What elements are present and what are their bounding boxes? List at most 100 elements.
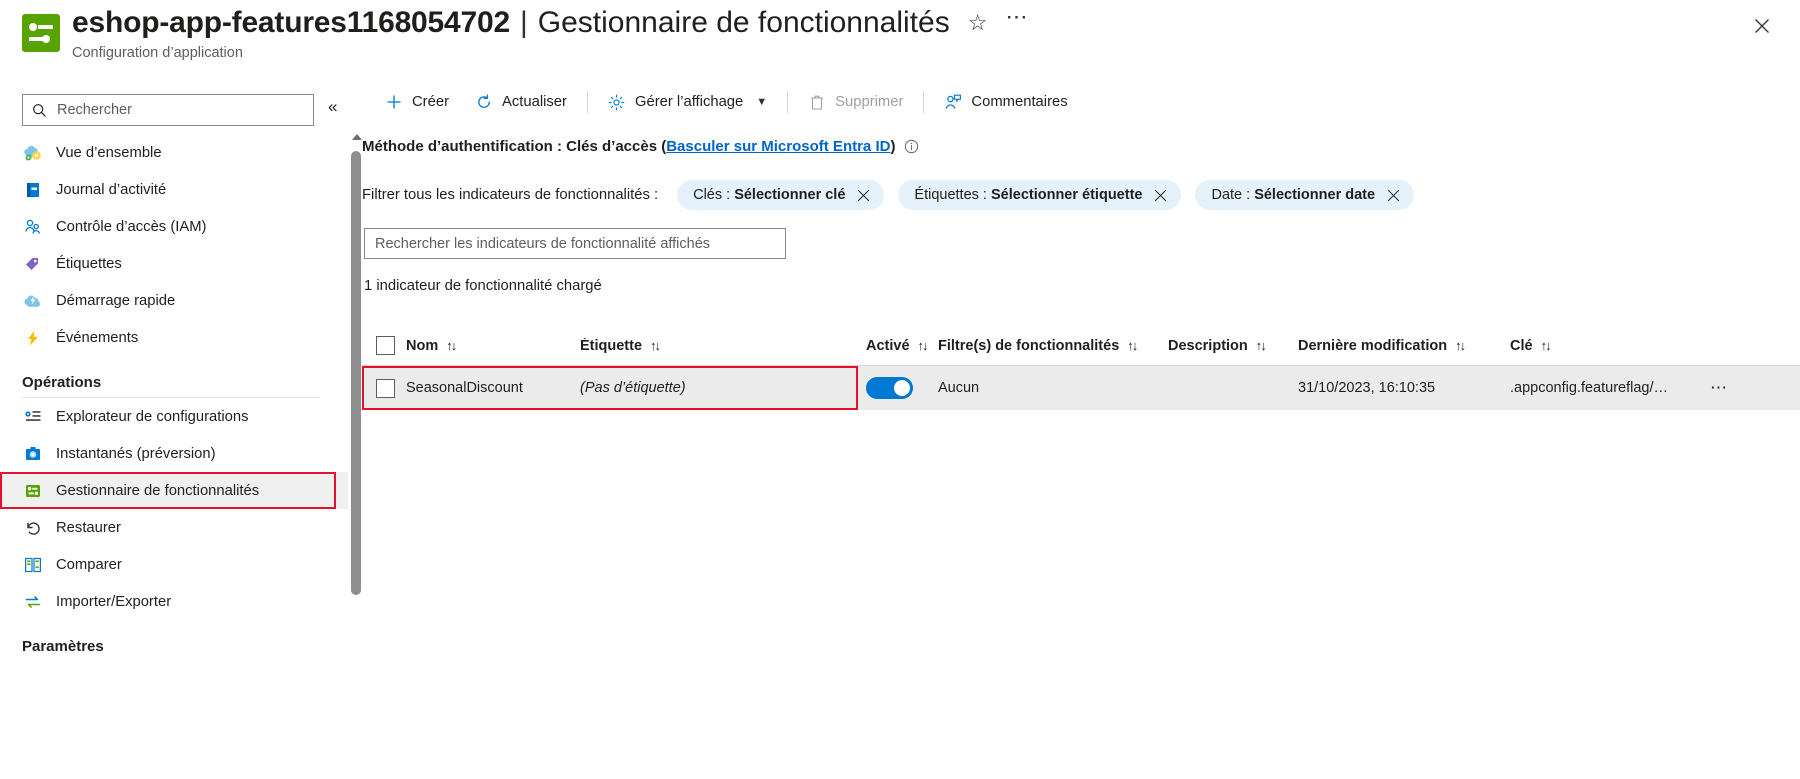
feature-manager-icon bbox=[22, 481, 44, 501]
trash-icon bbox=[808, 93, 826, 111]
star-icon[interactable]: ☆ bbox=[968, 12, 988, 34]
auth-method-suffix: ) bbox=[890, 138, 896, 155]
sidebar-group-parametres: Paramètres bbox=[22, 638, 104, 655]
sidebar-item-demarrage-rapide[interactable]: Démarrage rapide bbox=[0, 282, 348, 319]
compare-icon bbox=[22, 555, 44, 575]
filter-pill-value: Sélectionner étiquette bbox=[990, 187, 1143, 203]
filter-pill-value: Sélectionner clé bbox=[734, 187, 846, 203]
sidebar-item-importer-exporter[interactable]: Importer/Exporter bbox=[0, 583, 348, 620]
filter-pill-tags[interactable]: Étiquettes : Sélectionner étiquette bbox=[898, 180, 1182, 210]
close-icon[interactable] bbox=[1154, 189, 1167, 202]
sidebar-item-label: Journal d’activité bbox=[56, 181, 167, 198]
sidebar: « Vue d’ensemble Journal d’activité bbox=[0, 78, 362, 779]
column-header-active[interactable]: Activé ↑↓ bbox=[866, 338, 938, 354]
sort-icon: ↑↓ bbox=[1127, 338, 1138, 353]
config-explorer-icon bbox=[22, 407, 44, 427]
filter-pill-date[interactable]: Date : Sélectionner date bbox=[1195, 180, 1415, 210]
feature-flag-search-input[interactable] bbox=[364, 228, 786, 259]
sidebar-item-vue-densemble[interactable]: Vue d’ensemble bbox=[0, 134, 348, 171]
column-label: Filtre(s) de fonctionnalités bbox=[938, 337, 1120, 354]
sidebar-item-comparer[interactable]: Comparer bbox=[0, 546, 348, 583]
search-box[interactable] bbox=[22, 94, 314, 126]
switch-to-entra-id-link[interactable]: Basculer sur Microsoft Entra ID bbox=[666, 138, 890, 155]
sidebar-item-label: Explorateur de configurations bbox=[56, 408, 249, 425]
events-lightning-icon bbox=[22, 328, 44, 348]
app-configuration-icon bbox=[22, 14, 60, 52]
cell-etiquette: (Pas d’étiquette) bbox=[580, 380, 866, 396]
delete-button[interactable]: Supprimer bbox=[795, 85, 916, 119]
enabled-toggle[interactable] bbox=[866, 377, 913, 399]
feedback-person-icon bbox=[944, 93, 962, 111]
table-row[interactable]: SeasonalDiscount (Pas d’étiquette) Aucun… bbox=[362, 366, 1800, 410]
ellipsis-icon[interactable]: ⋯ bbox=[1710, 378, 1728, 398]
blade-name: Gestionnaire de fonctionnalités bbox=[537, 6, 950, 39]
sidebar-item-label: Contrôle d’accès (IAM) bbox=[56, 218, 207, 235]
toolbar-divider bbox=[787, 91, 789, 113]
toolbar-divider bbox=[923, 91, 925, 113]
sidebar-item-restaurer[interactable]: Restaurer bbox=[0, 509, 348, 546]
sort-icon: ↑↓ bbox=[446, 338, 457, 353]
row-checkbox-cell bbox=[362, 378, 406, 398]
column-header-derniere-modification[interactable]: Dernière modification ↑↓ bbox=[1298, 338, 1510, 354]
page-subtitle: Configuration d’application bbox=[72, 45, 243, 61]
select-all-checkbox-cell bbox=[362, 336, 406, 355]
close-icon[interactable] bbox=[1387, 189, 1400, 202]
sidebar-scrollbar-thumb[interactable] bbox=[351, 151, 361, 595]
column-header-filtres[interactable]: Filtre(s) de fonctionnalités ↑↓ bbox=[938, 338, 1168, 354]
sidebar-item-label: Comparer bbox=[56, 556, 122, 573]
feedback-button-label: Commentaires bbox=[971, 94, 1068, 110]
select-all-checkbox[interactable] bbox=[376, 336, 395, 355]
close-icon[interactable] bbox=[857, 189, 870, 202]
row-checkbox[interactable] bbox=[376, 378, 395, 398]
sidebar-item-instantanes-preversion[interactable]: Instantanés (préversion) bbox=[0, 435, 348, 472]
title-separator: | bbox=[519, 6, 528, 39]
sidebar-nav: Vue d’ensemble Journal d’activité Contrô… bbox=[0, 134, 348, 661]
sidebar-item-journal-dactivite[interactable]: Journal d’activité bbox=[0, 171, 348, 208]
refresh-button[interactable]: Actualiser bbox=[462, 85, 580, 119]
refresh-icon bbox=[475, 93, 493, 111]
column-header-etiquette[interactable]: Étiquette ↑↓ bbox=[580, 338, 866, 354]
manage-view-button[interactable]: Gérer l’affichage ▼ bbox=[595, 85, 780, 119]
feedback-button[interactable]: Commentaires bbox=[931, 85, 1080, 119]
collapse-sidebar-icon[interactable]: « bbox=[328, 98, 337, 115]
search-input[interactable] bbox=[55, 101, 285, 119]
main-content: Créer Actualiser Gérer l’affichage ▼ Sup… bbox=[362, 78, 1800, 779]
sidebar-item-label: Étiquettes bbox=[56, 255, 122, 272]
close-icon[interactable] bbox=[1746, 10, 1778, 42]
sort-icon: ↑↓ bbox=[1540, 338, 1552, 353]
sidebar-item-evenements[interactable]: Événements bbox=[0, 319, 348, 356]
table-header-row: Nom ↑↓ Étiquette ↑↓ Activé ↑↓ Filtre(s) … bbox=[362, 326, 1800, 366]
column-header-nom[interactable]: Nom ↑↓ bbox=[406, 338, 580, 354]
create-button[interactable]: Créer bbox=[372, 85, 462, 119]
sidebar-item-label: Gestionnaire de fonctionnalités bbox=[56, 482, 260, 499]
loaded-count-text: 1 indicateur de fonctionnalité chargé bbox=[364, 278, 602, 294]
filter-pill-prefix: Étiquettes : bbox=[914, 187, 991, 203]
cell-cle: .appconfig.featureflag/… bbox=[1510, 380, 1668, 396]
column-header-description[interactable]: Description ↑↓ bbox=[1168, 338, 1298, 354]
row-actions-cell: ⋯ bbox=[1710, 378, 1750, 398]
no-tag-label: (Pas d’étiquette) bbox=[580, 380, 686, 396]
sidebar-item-gestionnaire-de-fonctionnalites[interactable]: Gestionnaire de fonctionnalités bbox=[0, 472, 348, 509]
column-label: Description bbox=[1168, 337, 1248, 354]
filter-pill-keys[interactable]: Clés : Sélectionner clé bbox=[677, 180, 885, 210]
sidebar-item-label: Instantanés (préversion) bbox=[56, 445, 216, 462]
scroll-up-arrow-icon[interactable] bbox=[352, 134, 362, 140]
sidebar-item-etiquettes[interactable]: Étiquettes bbox=[0, 245, 348, 282]
access-control-people-icon bbox=[22, 217, 44, 237]
sidebar-item-label: Importer/Exporter bbox=[56, 593, 172, 610]
gear-icon bbox=[608, 93, 626, 111]
column-label: Clé bbox=[1510, 337, 1533, 354]
page-header: eshop-app-features1168054702 | Gestionna… bbox=[0, 0, 1800, 78]
cell-filtres: Aucun bbox=[938, 380, 980, 396]
sidebar-item-controle-dacces-iam[interactable]: Contrôle d’accès (IAM) bbox=[0, 208, 348, 245]
ellipsis-icon[interactable]: ⋯ bbox=[1005, 6, 1028, 28]
sidebar-group-operations: Opérations bbox=[22, 374, 102, 391]
overview-cloud-gear-icon bbox=[22, 143, 44, 163]
column-header-cle[interactable]: Clé ↑↓ bbox=[1510, 338, 1710, 354]
sidebar-item-label: Vue d’ensemble bbox=[56, 144, 162, 161]
sidebar-item-label: Événements bbox=[56, 329, 139, 346]
manage-view-button-label: Gérer l’affichage bbox=[634, 94, 744, 110]
info-circle-icon[interactable] bbox=[904, 139, 919, 154]
page-title: eshop-app-features1168054702 | Gestionna… bbox=[72, 6, 1028, 40]
sidebar-item-explorateur-de-configurations[interactable]: Explorateur de configurations bbox=[0, 398, 348, 435]
